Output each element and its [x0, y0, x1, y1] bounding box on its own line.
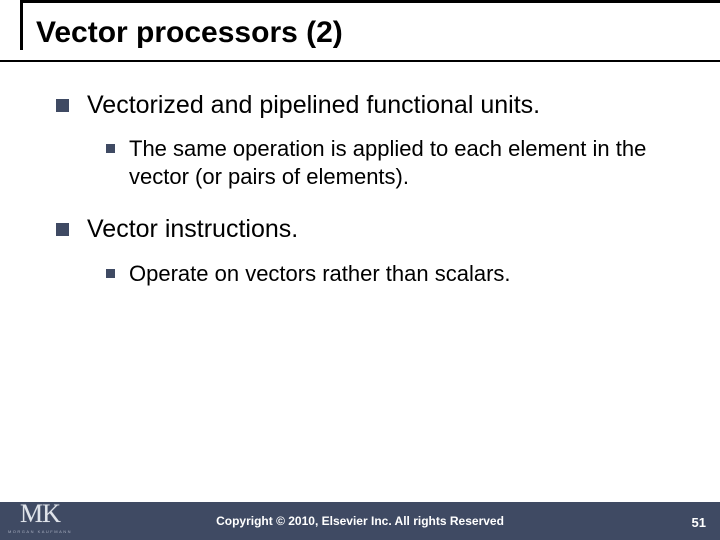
square-bullet-icon	[56, 223, 69, 236]
title-rule-top	[20, 0, 720, 3]
page-number: 51	[692, 515, 706, 530]
bullet-text: Vector instructions.	[87, 214, 298, 245]
bullet-level1: Vectorized and pipelined functional unit…	[56, 90, 680, 121]
bullet-text: The same operation is applied to each el…	[129, 135, 680, 190]
bullet-text: Vectorized and pipelined functional unit…	[87, 90, 540, 121]
copyright-text: Copyright © 2010, Elsevier Inc. All righ…	[216, 514, 504, 528]
slide-title: Vector processors (2)	[0, 10, 720, 60]
publisher-logo: MK MORGAN KAUFMANN	[10, 488, 70, 534]
bullet-level1: Vector instructions.	[56, 214, 680, 245]
square-bullet-icon	[106, 144, 115, 153]
slide-content: Vectorized and pipelined functional unit…	[0, 62, 720, 287]
footer-bar: MK MORGAN KAUFMANN Copyright © 2010, Els…	[0, 502, 720, 540]
bullet-level2: Operate on vectors rather than scalars.	[106, 260, 680, 288]
logo-subtext: MORGAN KAUFMANN	[8, 529, 72, 534]
logo-mark: MK	[20, 501, 60, 527]
bullet-level2: The same operation is applied to each el…	[106, 135, 680, 190]
square-bullet-icon	[106, 269, 115, 278]
title-underline	[0, 60, 720, 62]
title-rule-left	[20, 0, 23, 50]
title-region: Vector processors (2)	[0, 0, 720, 62]
bullet-text: Operate on vectors rather than scalars.	[129, 260, 511, 288]
square-bullet-icon	[56, 99, 69, 112]
